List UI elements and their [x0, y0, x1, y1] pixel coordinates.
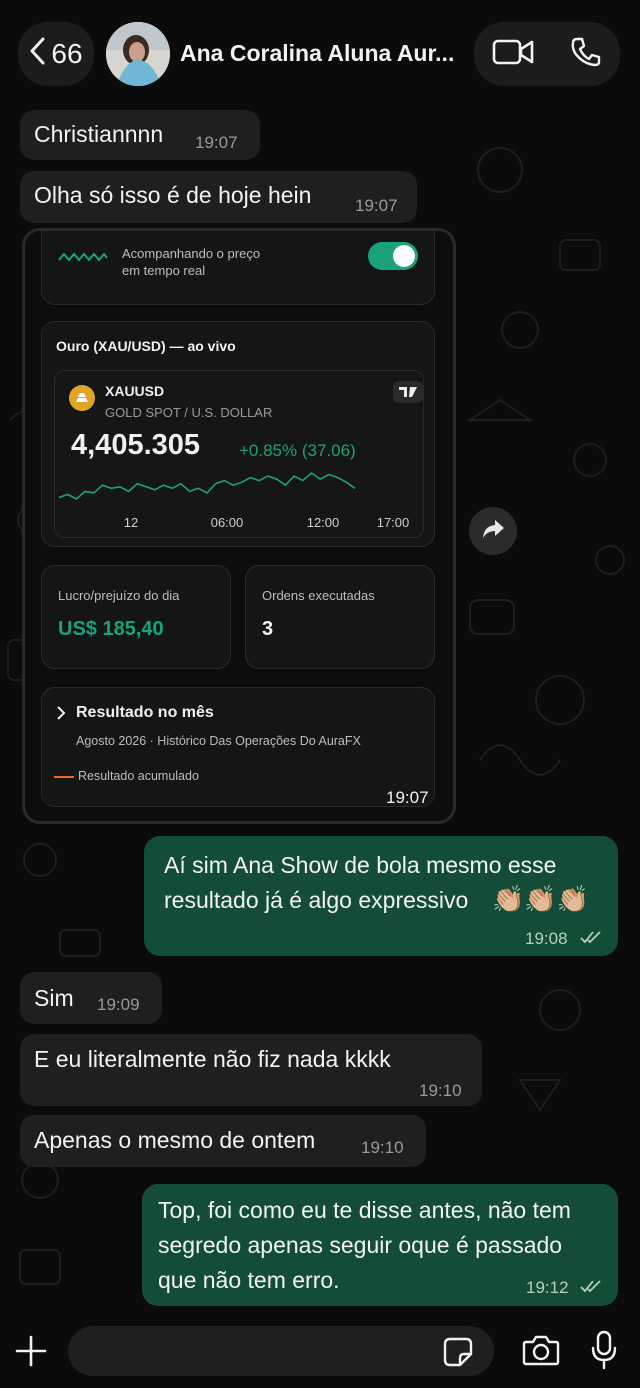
message-text-line: resultado já é algo expressivo [164, 887, 469, 913]
symbol-description: GOLD SPOT / U.S. DOLLAR [105, 405, 273, 420]
result-title: Resultado no mês [76, 704, 214, 721]
message-text-line: que não tem erro. [158, 1267, 340, 1293]
result-panel: Resultado no mês Agosto 2026 · Histórico… [41, 687, 435, 807]
composer-bar [0, 1314, 640, 1388]
double-check-icon [580, 930, 602, 949]
result-legend: Resultado acumulado [78, 769, 199, 783]
message-text-line: Top, foi como eu te disse antes, não tem [158, 1197, 571, 1223]
message-time: 19:10 [419, 1081, 462, 1100]
chevron-left-icon [29, 37, 45, 72]
incoming-message[interactable]: Sim 19:09 [20, 972, 162, 1024]
tracking-panel: Acompanhando o preço em tempo real [41, 231, 435, 305]
video-call-icon[interactable] [492, 38, 534, 71]
incoming-message[interactable]: Apenas o mesmo de ontem 19:10 [20, 1115, 426, 1167]
profit-panel: Lucro/prejuízo do dia US$ 185,40 [41, 565, 231, 669]
message-text-line: Aí sim Ana Show de bola mesmo esse [164, 852, 557, 878]
clap-emoji: 👏🏼👏🏼👏🏼 [492, 884, 590, 914]
price: 4,405.305 [71, 429, 201, 461]
x-tick-label: 06:00 [211, 515, 244, 530]
result-subtitle: Agosto 2026 · Histórico Das Operações Do… [76, 734, 361, 748]
gold-coin-icon [69, 385, 95, 411]
outgoing-message[interactable]: Aí sim Ana Show de bola mesmo esse resul… [144, 836, 618, 956]
message-text: Christiannnn [34, 121, 164, 147]
tradingview-logo-icon [393, 381, 423, 403]
message-text-line: segredo apenas seguir oque é passado [158, 1232, 563, 1258]
tracking-text-1: Acompanhando o preço [122, 246, 261, 261]
message-time: 19:08 [525, 929, 568, 948]
unread-count: 66 [51, 38, 83, 69]
tradingview-widget: XAUUSD GOLD SPOT / U.S. DOLLAR 4,405.305… [54, 370, 424, 538]
incoming-message[interactable]: Olha só isso é de hoje hein 19:07 [20, 171, 417, 223]
forward-button[interactable] [469, 507, 517, 555]
tracking-toggle[interactable] [368, 242, 418, 270]
tracking-text-2: em tempo real [122, 263, 206, 278]
message-text: Olha só isso é de hoje hein [34, 182, 312, 208]
message-text: Apenas o mesmo de ontem [34, 1127, 316, 1153]
legend-line [54, 776, 74, 778]
wave-icon [58, 252, 108, 262]
x-tick-label: 12 [124, 515, 138, 530]
microphone-icon[interactable] [590, 1330, 618, 1375]
profit-label: Lucro/prejuízo do dia [58, 588, 180, 603]
incoming-message[interactable]: E eu literalmente não fiz nada kkkk 19:1… [20, 1034, 482, 1106]
message-time: 19:07 [355, 196, 398, 215]
double-check-icon [580, 1279, 602, 1298]
outgoing-message[interactable]: Top, foi como eu te disse antes, não tem… [142, 1184, 618, 1306]
orders-label: Ordens executadas [262, 588, 375, 603]
camera-icon[interactable] [522, 1334, 560, 1371]
sticker-icon[interactable] [442, 1336, 474, 1373]
x-tick-label: 12:00 [307, 515, 340, 530]
phone-icon[interactable] [570, 36, 602, 73]
plus-icon[interactable] [14, 1334, 48, 1373]
message-time: 19:09 [97, 995, 140, 1014]
shared-image[interactable]: Acompanhando o preço em tempo real Ouro … [22, 228, 456, 824]
message-time: 19:07 [195, 133, 238, 152]
incoming-message[interactable]: Christiannnn 19:07 [20, 110, 260, 160]
call-actions [474, 22, 620, 86]
message-input[interactable] [68, 1326, 494, 1376]
price-line-chart: 12 06:00 12:00 17:00 [58, 471, 410, 530]
price-series-line [58, 471, 356, 500]
profit-value: US$ 185,40 [58, 618, 164, 640]
back-button[interactable]: 66 [18, 22, 94, 86]
avatar[interactable] [106, 22, 170, 86]
price-change: +0.85% (37.06) [239, 441, 356, 460]
x-tick-label: 17:00 [377, 515, 410, 530]
orders-panel: Ordens executadas 3 [245, 565, 435, 669]
contact-name[interactable]: Ana Coralina Aluna Aur... [180, 40, 470, 67]
chevron-right-icon [56, 706, 66, 725]
message-text: E eu literalmente não fiz nada kkkk [34, 1046, 391, 1072]
message-time: 19:07 [386, 788, 429, 807]
forward-icon [481, 518, 505, 545]
message-time: 19:12 [526, 1278, 569, 1297]
chart-panel: Ouro (XAU/USD) — ao vivo XAUUSD GOLD SPO… [41, 321, 435, 547]
chart-title: Ouro (XAU/USD) — ao vivo [56, 338, 236, 354]
message-text: Sim [34, 985, 74, 1011]
message-time: 19:10 [361, 1138, 404, 1157]
symbol: XAUUSD [105, 383, 165, 399]
orders-value: 3 [262, 618, 274, 640]
